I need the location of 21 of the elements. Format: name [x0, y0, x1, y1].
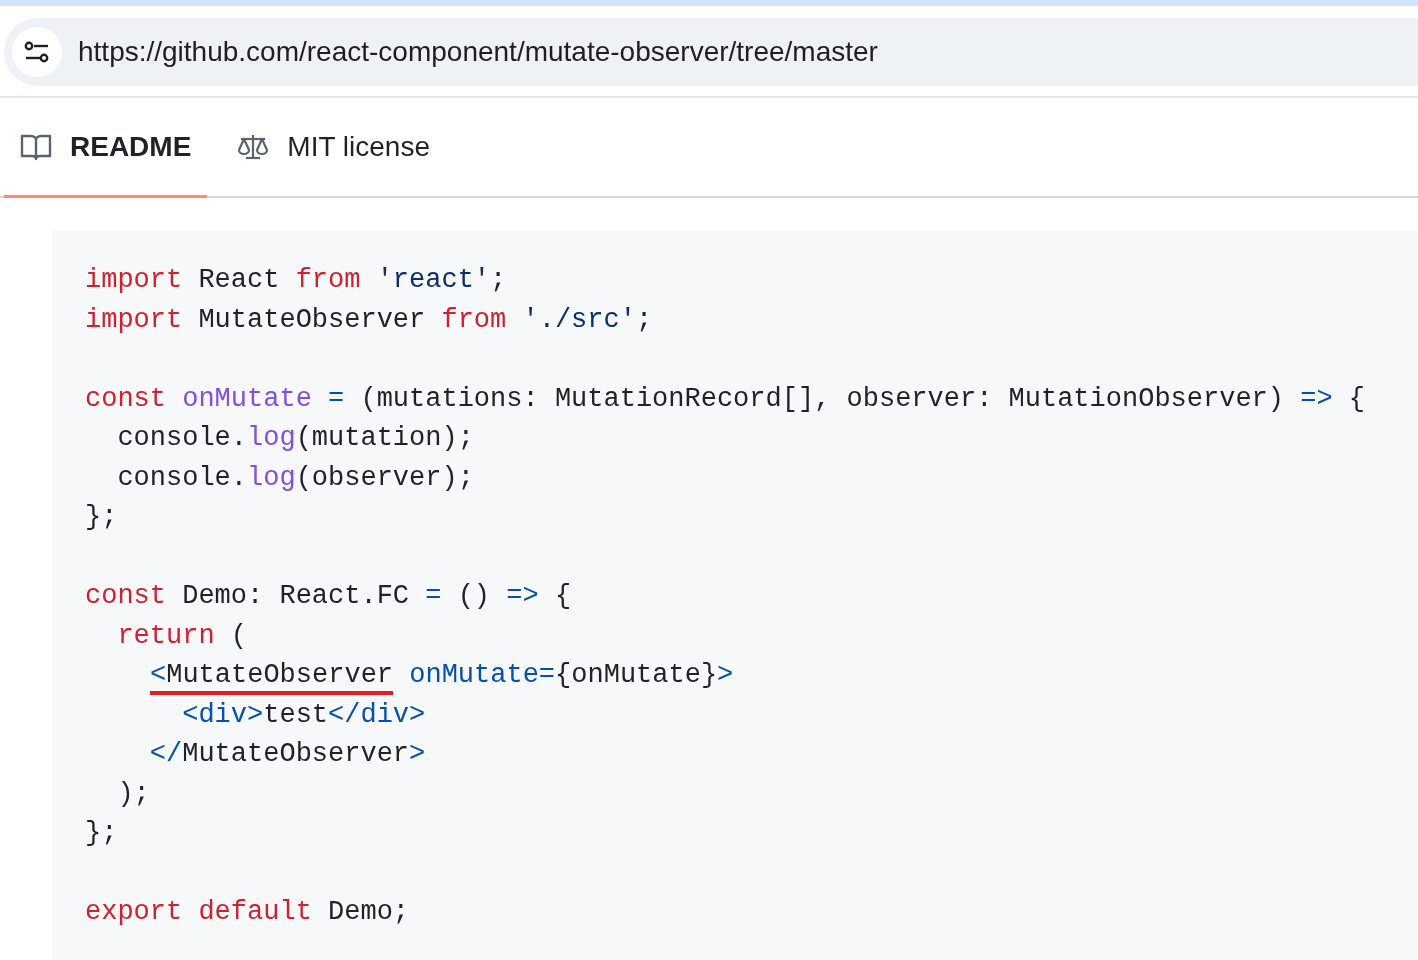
scale-icon	[237, 132, 270, 161]
url-text: https://github.com/react-component/mutate-observer/tree/master	[78, 36, 878, 68]
code-line: );	[116, 777, 151, 811]
code-line: export default Demo;	[85, 896, 411, 929]
code-line: <MutateObserver onMutate={onMutate}>	[85, 656, 1418, 696]
code-line: </MutateObserver>	[148, 738, 427, 771]
code-line: console.log(mutation);	[116, 422, 475, 455]
code-line: import React from 'react';	[85, 264, 508, 297]
code-line: <div>test</div>	[181, 698, 427, 732]
code-line: };	[85, 501, 119, 534]
code-line: import MutateObserver from './src';	[85, 303, 654, 337]
code-line: return (	[116, 619, 249, 653]
code-line: const onMutate = (mutations: MutationRecord[], observer: MutationObserver) => {	[85, 382, 1367, 416]
site-settings-icon[interactable]	[24, 41, 50, 63]
address-bar[interactable]: https://github.com/react-component/mutate-observer/tree/master	[4, 18, 1418, 86]
tab[interactable]: README	[4, 98, 208, 198]
tab[interactable]: MIT license	[221, 98, 446, 198]
code-line: };	[85, 817, 119, 850]
code-line: const Demo: React.FC = () => {	[85, 580, 573, 613]
book-icon	[20, 132, 52, 161]
code-line: console.log(observer);	[116, 461, 475, 495]
